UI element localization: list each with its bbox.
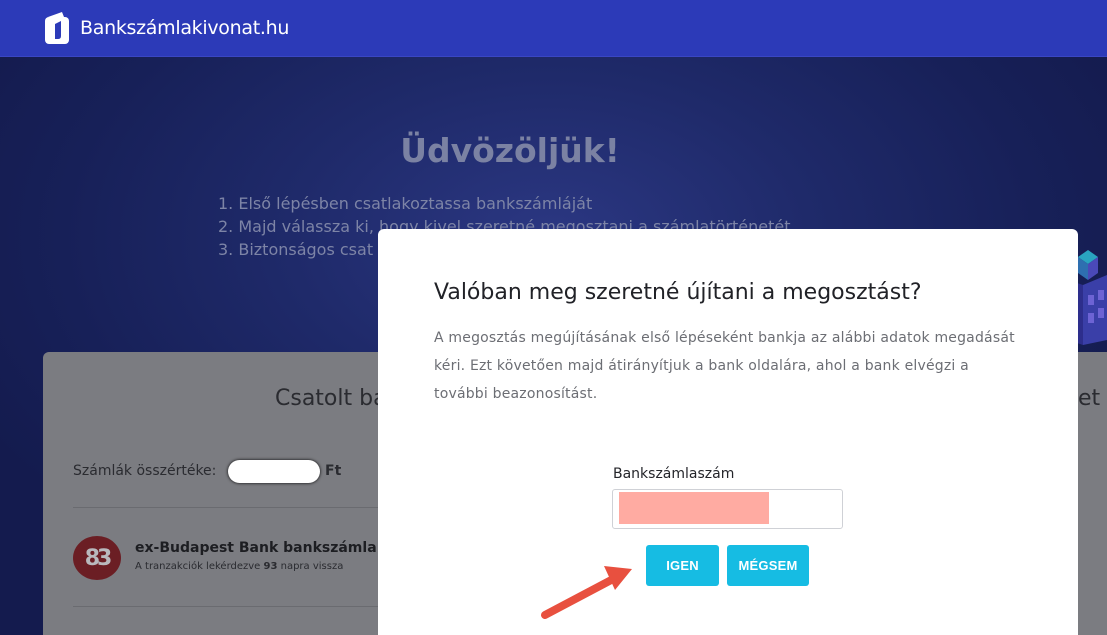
dialog-description: A megosztás megújításának első lépésekén… xyxy=(434,330,1015,402)
redacted-account-number xyxy=(619,492,769,524)
sub-days: 93 xyxy=(263,561,278,572)
bank-account-subtitle: A tranzakciók lekérdezve 93 napra vissza xyxy=(135,561,343,572)
site-logo[interactable]: Bankszámlakivonat.hu xyxy=(42,11,289,45)
top-bar: Bankszámlakivonat.hu xyxy=(0,0,1107,57)
wallet-icon xyxy=(45,12,69,44)
dialog-title: Valóban meg szeretné újítani a megosztás… xyxy=(434,280,922,305)
annotation-arrow-icon xyxy=(541,566,632,619)
total-currency: Ft xyxy=(325,463,342,479)
yes-button[interactable]: IGEN xyxy=(646,545,719,586)
divider xyxy=(73,606,383,607)
bank-account-name[interactable]: ex-Budapest Bank bankszámla xyxy=(135,540,377,556)
redacted-total xyxy=(228,460,320,483)
bank-logo-text: 83 xyxy=(84,545,113,571)
step-1: 1. Első lépésben csatlakoztassa bankszám… xyxy=(218,194,593,213)
site-name: Bankszámlakivonat.hu xyxy=(80,17,290,39)
divider xyxy=(73,507,383,508)
bank-logo: 83 xyxy=(73,536,121,580)
cancel-button[interactable]: MÉGSEM xyxy=(727,545,809,586)
sub-suffix: napra vissza xyxy=(277,561,344,572)
welcome-title: Üdvözöljük! xyxy=(400,131,620,170)
account-number-label: Bankszámlaszám xyxy=(613,466,735,482)
sub-prefix: A tranzakciók lekérdezve xyxy=(135,561,264,572)
total-value-label: Számlák összértéke: xyxy=(73,463,217,479)
card-title: Csatolt ba xyxy=(275,386,387,411)
card-title-right: et xyxy=(1078,386,1101,411)
